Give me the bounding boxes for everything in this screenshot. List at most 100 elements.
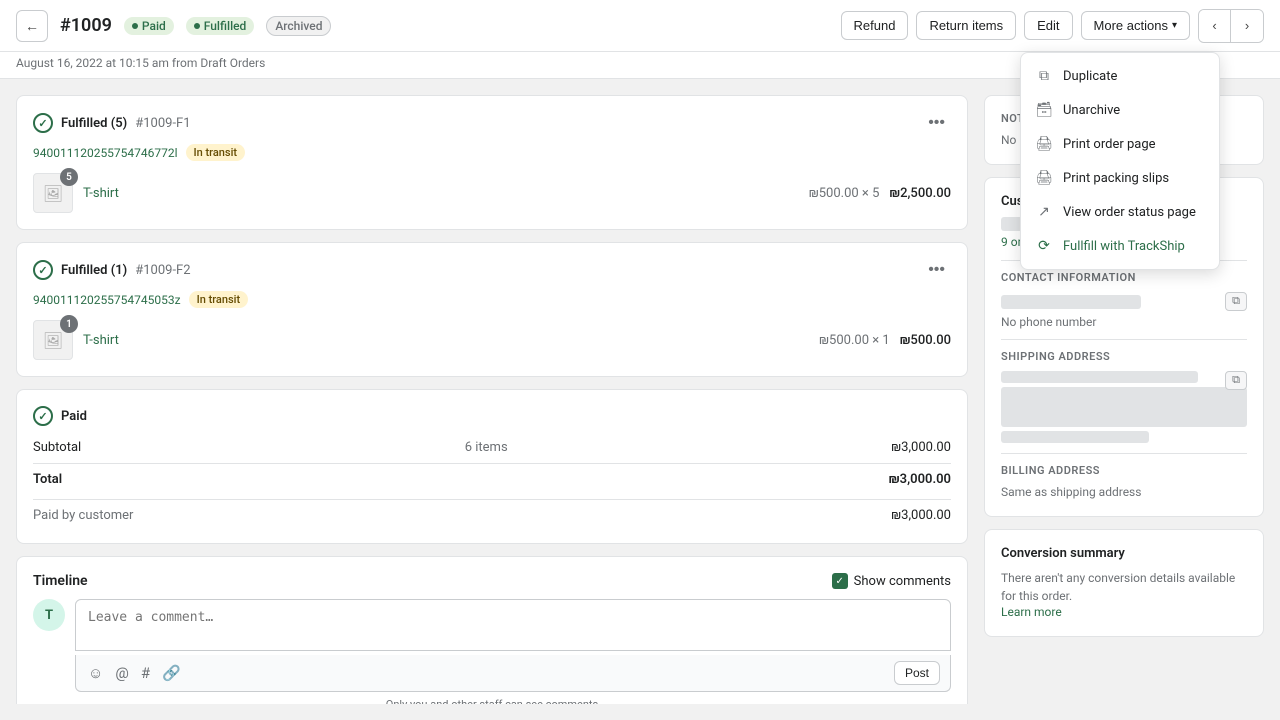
shipping-address-title: SHIPPING ADDRESS: [1001, 350, 1247, 363]
unarchive-label: Unarchive: [1063, 103, 1120, 118]
comment-area: T ☺ @ # 🔗 Post: [33, 599, 951, 692]
subtotal-label: Subtotal: [33, 440, 81, 455]
image-icon: 🖼: [43, 184, 63, 203]
contact-info-title: CONTACT INFORMATION: [1001, 271, 1247, 284]
fulfilled-2-item-row: 🖼 1 T-shirt ₪500.00 × 1 ₪500.00: [33, 320, 951, 360]
unarchive-icon: 🗃: [1035, 101, 1053, 119]
conversion-title: Conversion summary: [1001, 546, 1247, 561]
emoji-icon[interactable]: ☺: [86, 662, 105, 684]
dropdown-print-order[interactable]: 🖨 Print order page: [1021, 127, 1219, 161]
payment-card: ✓ Paid Subtotal 6 items ₪3,000.00 Total …: [16, 389, 968, 544]
print-order-label: Print order page: [1063, 137, 1156, 152]
fulfilled-1-tracking-row: 940011120255754746772l In transit: [33, 144, 951, 161]
billing-address-title: BILLING ADDRESS: [1001, 464, 1247, 477]
dropdown-trackship[interactable]: ⟳ Fullfill with TrackShip: [1021, 229, 1219, 263]
fulfilled-1-ref: #1009-F1: [135, 116, 190, 131]
comment-toolbar: ☺ @ # 🔗 Post: [75, 655, 951, 692]
billing-same-text: Same as shipping address: [1001, 485, 1141, 499]
no-phone-text: No phone number: [1001, 315, 1247, 329]
show-comments-label: Show comments: [854, 574, 951, 589]
fulfilled-card-2-title: ✓ Fulfilled (1) #1009-F2: [33, 260, 191, 280]
fulfilled-1-item-row: 🖼 5 T-shirt ₪500.00 × 5 ₪2,500.00: [33, 173, 951, 213]
timeline-card: Timeline ✓ Show comments T ☺ @ #: [16, 556, 968, 704]
user-avatar: T: [33, 599, 65, 631]
fulfilled-2-item-thumb: 🖼 1: [33, 320, 73, 360]
fulfilled-2-icon: ✓: [33, 260, 53, 280]
link-icon[interactable]: 🔗: [160, 662, 183, 684]
next-order-button[interactable]: ›: [1231, 10, 1263, 42]
more-actions-button[interactable]: More actions ▾: [1081, 11, 1190, 40]
paid-icon: ✓: [33, 406, 53, 426]
prev-order-button[interactable]: ‹: [1199, 10, 1231, 42]
dropdown-duplicate[interactable]: ⧉ Duplicate: [1021, 59, 1219, 93]
image-2-icon: 🖼: [43, 331, 63, 350]
conversion-description: There aren't any conversion details avai…: [1001, 569, 1247, 605]
print-packing-label: Print packing slips: [1063, 171, 1169, 186]
fulfilled-1-icon: ✓: [33, 113, 53, 133]
left-column: ✓ Fulfilled (5) #1009-F1 ••• 94001112025…: [16, 95, 968, 704]
print-order-icon: 🖨: [1035, 135, 1053, 153]
fulfilled-2-menu-button[interactable]: •••: [922, 259, 951, 281]
fulfilled-2-item-name[interactable]: T-shirt: [83, 333, 809, 348]
copy-address-button[interactable]: ⧉: [1225, 371, 1247, 390]
archived-badge: Archived: [266, 16, 331, 36]
subtotal-qty: 6 items: [465, 440, 508, 455]
fulfilled-1-menu-button[interactable]: •••: [922, 112, 951, 134]
shipping-address-content: ⧉: [1001, 371, 1247, 443]
comment-input[interactable]: [75, 599, 951, 651]
show-comments-checkbox[interactable]: ✓: [832, 573, 848, 589]
comment-input-wrap: ☺ @ # 🔗 Post: [75, 599, 951, 692]
right-arrow-icon: ›: [1245, 18, 1249, 33]
refund-button[interactable]: Refund: [841, 11, 909, 40]
fulfilled-2-transit-badge: In transit: [189, 291, 249, 308]
fulfilled-2-item-total: ₪500.00: [900, 333, 951, 348]
timeline-title: Timeline: [33, 573, 88, 589]
paid-by-label: Paid by customer: [33, 508, 133, 523]
fulfilled-2-ref: #1009-F2: [135, 263, 190, 278]
paid-badge: Paid: [124, 17, 174, 35]
address-block: [1001, 387, 1247, 427]
fulfilled-2-qty-badge: 1: [60, 315, 78, 333]
fulfilled-1-label: Fulfilled (5): [61, 116, 127, 131]
address-line-3: [1001, 431, 1149, 443]
subtotal-row: Subtotal 6 items ₪3,000.00: [33, 436, 951, 459]
paid-by-amount: ₪3,000.00: [891, 508, 951, 523]
trackship-icon: ⟳: [1035, 237, 1053, 255]
fulfilled-1-tracking-link[interactable]: 940011120255754746772l: [33, 146, 178, 160]
address-line-1: [1001, 371, 1198, 383]
conversion-card: Conversion summary There aren't any conv…: [984, 529, 1264, 637]
edit-button[interactable]: Edit: [1024, 11, 1072, 40]
duplicate-label: Duplicate: [1063, 69, 1117, 84]
timeline-header: Timeline ✓ Show comments: [33, 573, 951, 589]
fulfilled-badge: Fulfilled: [186, 17, 255, 35]
return-items-button[interactable]: Return items: [916, 11, 1016, 40]
left-arrow-icon: ‹: [1212, 18, 1216, 33]
fulfilled-1-item-total: ₪2,500.00: [889, 186, 951, 201]
fulfilled-2-tracking-link[interactable]: 940011120255754745053z: [33, 293, 181, 307]
order-number: #1009: [60, 15, 112, 36]
post-button[interactable]: Post: [894, 661, 940, 685]
view-status-label: View order status page: [1063, 205, 1196, 220]
fulfilled-1-item-price: ₪500.00 × 5: [809, 186, 880, 201]
hashtag-icon[interactable]: #: [139, 662, 152, 684]
back-arrow-icon: ←: [25, 18, 39, 34]
fulfilled-1-item-name[interactable]: T-shirt: [83, 186, 799, 201]
dropdown-print-packing[interactable]: 🖨 Print packing slips: [1021, 161, 1219, 195]
copy-email-button[interactable]: ⧉: [1225, 292, 1247, 311]
fulfilled-1-qty-badge: 5: [60, 168, 78, 186]
paid-label: Paid: [61, 409, 87, 424]
fulfilled-1-item-thumb: 🖼 5: [33, 173, 73, 213]
dropdown-unarchive[interactable]: 🗃 Unarchive: [1021, 93, 1219, 127]
learn-more-link[interactable]: Learn more: [1001, 605, 1062, 619]
total-amount: ₪3,000.00: [889, 472, 951, 487]
top-bar: ← #1009 Paid Fulfilled Archived Refund R…: [0, 0, 1280, 52]
fulfilled-card-2: ✓ Fulfilled (1) #1009-F2 ••• 94001112025…: [16, 242, 968, 377]
view-status-icon: ↗: [1035, 203, 1053, 221]
dropdown-view-status[interactable]: ↗ View order status page: [1021, 195, 1219, 229]
comment-note: Only you and other staff can see comment…: [33, 698, 951, 704]
print-packing-icon: 🖨: [1035, 169, 1053, 187]
fulfilled-card-1: ✓ Fulfilled (5) #1009-F1 ••• 94001112025…: [16, 95, 968, 230]
fulfilled-2-item-price: ₪500.00 × 1: [819, 333, 890, 348]
back-button[interactable]: ←: [16, 10, 48, 42]
mention-icon[interactable]: @: [113, 662, 130, 684]
